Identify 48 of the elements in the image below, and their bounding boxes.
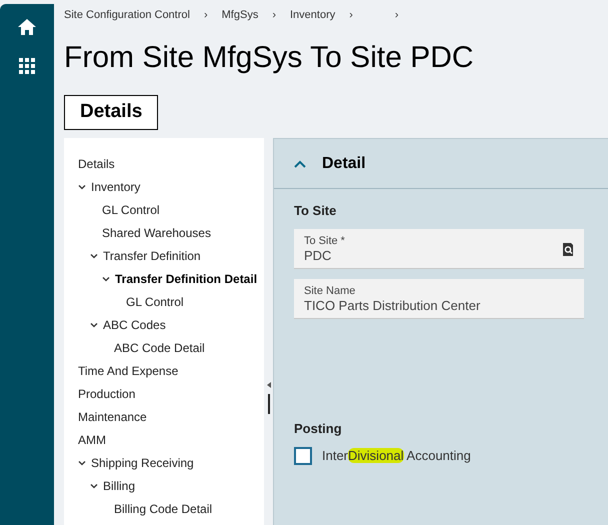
field-value: TICO Parts Distribution Center — [304, 298, 480, 314]
tree-item[interactable]: GL Control — [102, 200, 160, 218]
chevron-icon[interactable] — [90, 482, 98, 488]
tree-item[interactable]: Details — [78, 154, 115, 172]
tree-item[interactable]: Transfer Definition — [103, 246, 201, 264]
tree-item[interactable]: ABC Code Detail — [114, 338, 205, 356]
tree-item[interactable]: Billing — [103, 476, 136, 494]
tree-item[interactable]: ABC Codes — [103, 316, 166, 334]
tree-item[interactable]: Shared Warehouses — [102, 224, 211, 242]
tree-item[interactable]: Inventory — [91, 178, 140, 196]
breadcrumb-separator: › — [349, 8, 353, 23]
tree-item[interactable]: Shipping Receiving — [91, 454, 194, 472]
breadcrumb-separator: › — [272, 8, 276, 23]
field-label: To Site * — [304, 234, 345, 248]
chevron-icon[interactable] — [78, 460, 86, 466]
checkbox-label: InterDivisional Accounting — [322, 447, 471, 465]
breadcrumb-link[interactable]: Site Configuration Control — [64, 6, 190, 24]
tree-item[interactable]: Billing Code Detail — [114, 500, 212, 518]
section-heading: Posting — [294, 420, 343, 438]
breadcrumb-separator: › — [394, 8, 399, 23]
search-icon[interactable] — [562, 242, 574, 256]
apps-grid-icon[interactable] — [19, 58, 35, 74]
breadcrumb-separator: › — [204, 8, 208, 23]
panel-title: Detail — [322, 154, 366, 174]
tree-item[interactable]: Time And Expense — [78, 362, 178, 380]
checkbox[interactable] — [294, 446, 312, 465]
chevron-icon[interactable] — [90, 322, 98, 328]
collapse-arrow-icon[interactable] — [266, 382, 270, 388]
tree-item[interactable]: GL Control — [126, 292, 184, 310]
page-title: From Site MfgSys To Site PDC — [64, 43, 475, 73]
chevron-icon[interactable] — [78, 184, 86, 190]
tree-item[interactable]: Production — [78, 384, 136, 402]
chevron-icon[interactable] — [90, 252, 98, 258]
breadcrumb-link[interactable]: Inventory — [290, 6, 336, 24]
tree-item[interactable]: AMM — [78, 430, 106, 448]
field-label: Site Name — [304, 284, 356, 298]
field-value: PDC — [304, 248, 332, 264]
chevron-icon[interactable] — [102, 276, 110, 282]
tab[interactable]: Details — [64, 95, 158, 130]
chevron-up-icon[interactable] — [294, 160, 306, 168]
input-field[interactable]: To Site * PDC — [294, 228, 584, 268]
breadcrumb-link[interactable]: MfgSys — [222, 6, 258, 24]
tree-item[interactable]: Transfer Definition Detail — [115, 270, 258, 288]
tree-item[interactable]: Maintenance — [78, 408, 147, 426]
section-heading: To Site — [294, 202, 338, 220]
input-field[interactable]: Site Name TICO Parts Distribution Center — [294, 278, 584, 318]
home-icon[interactable] — [17, 18, 37, 36]
splitter-handle[interactable] — [268, 394, 270, 414]
